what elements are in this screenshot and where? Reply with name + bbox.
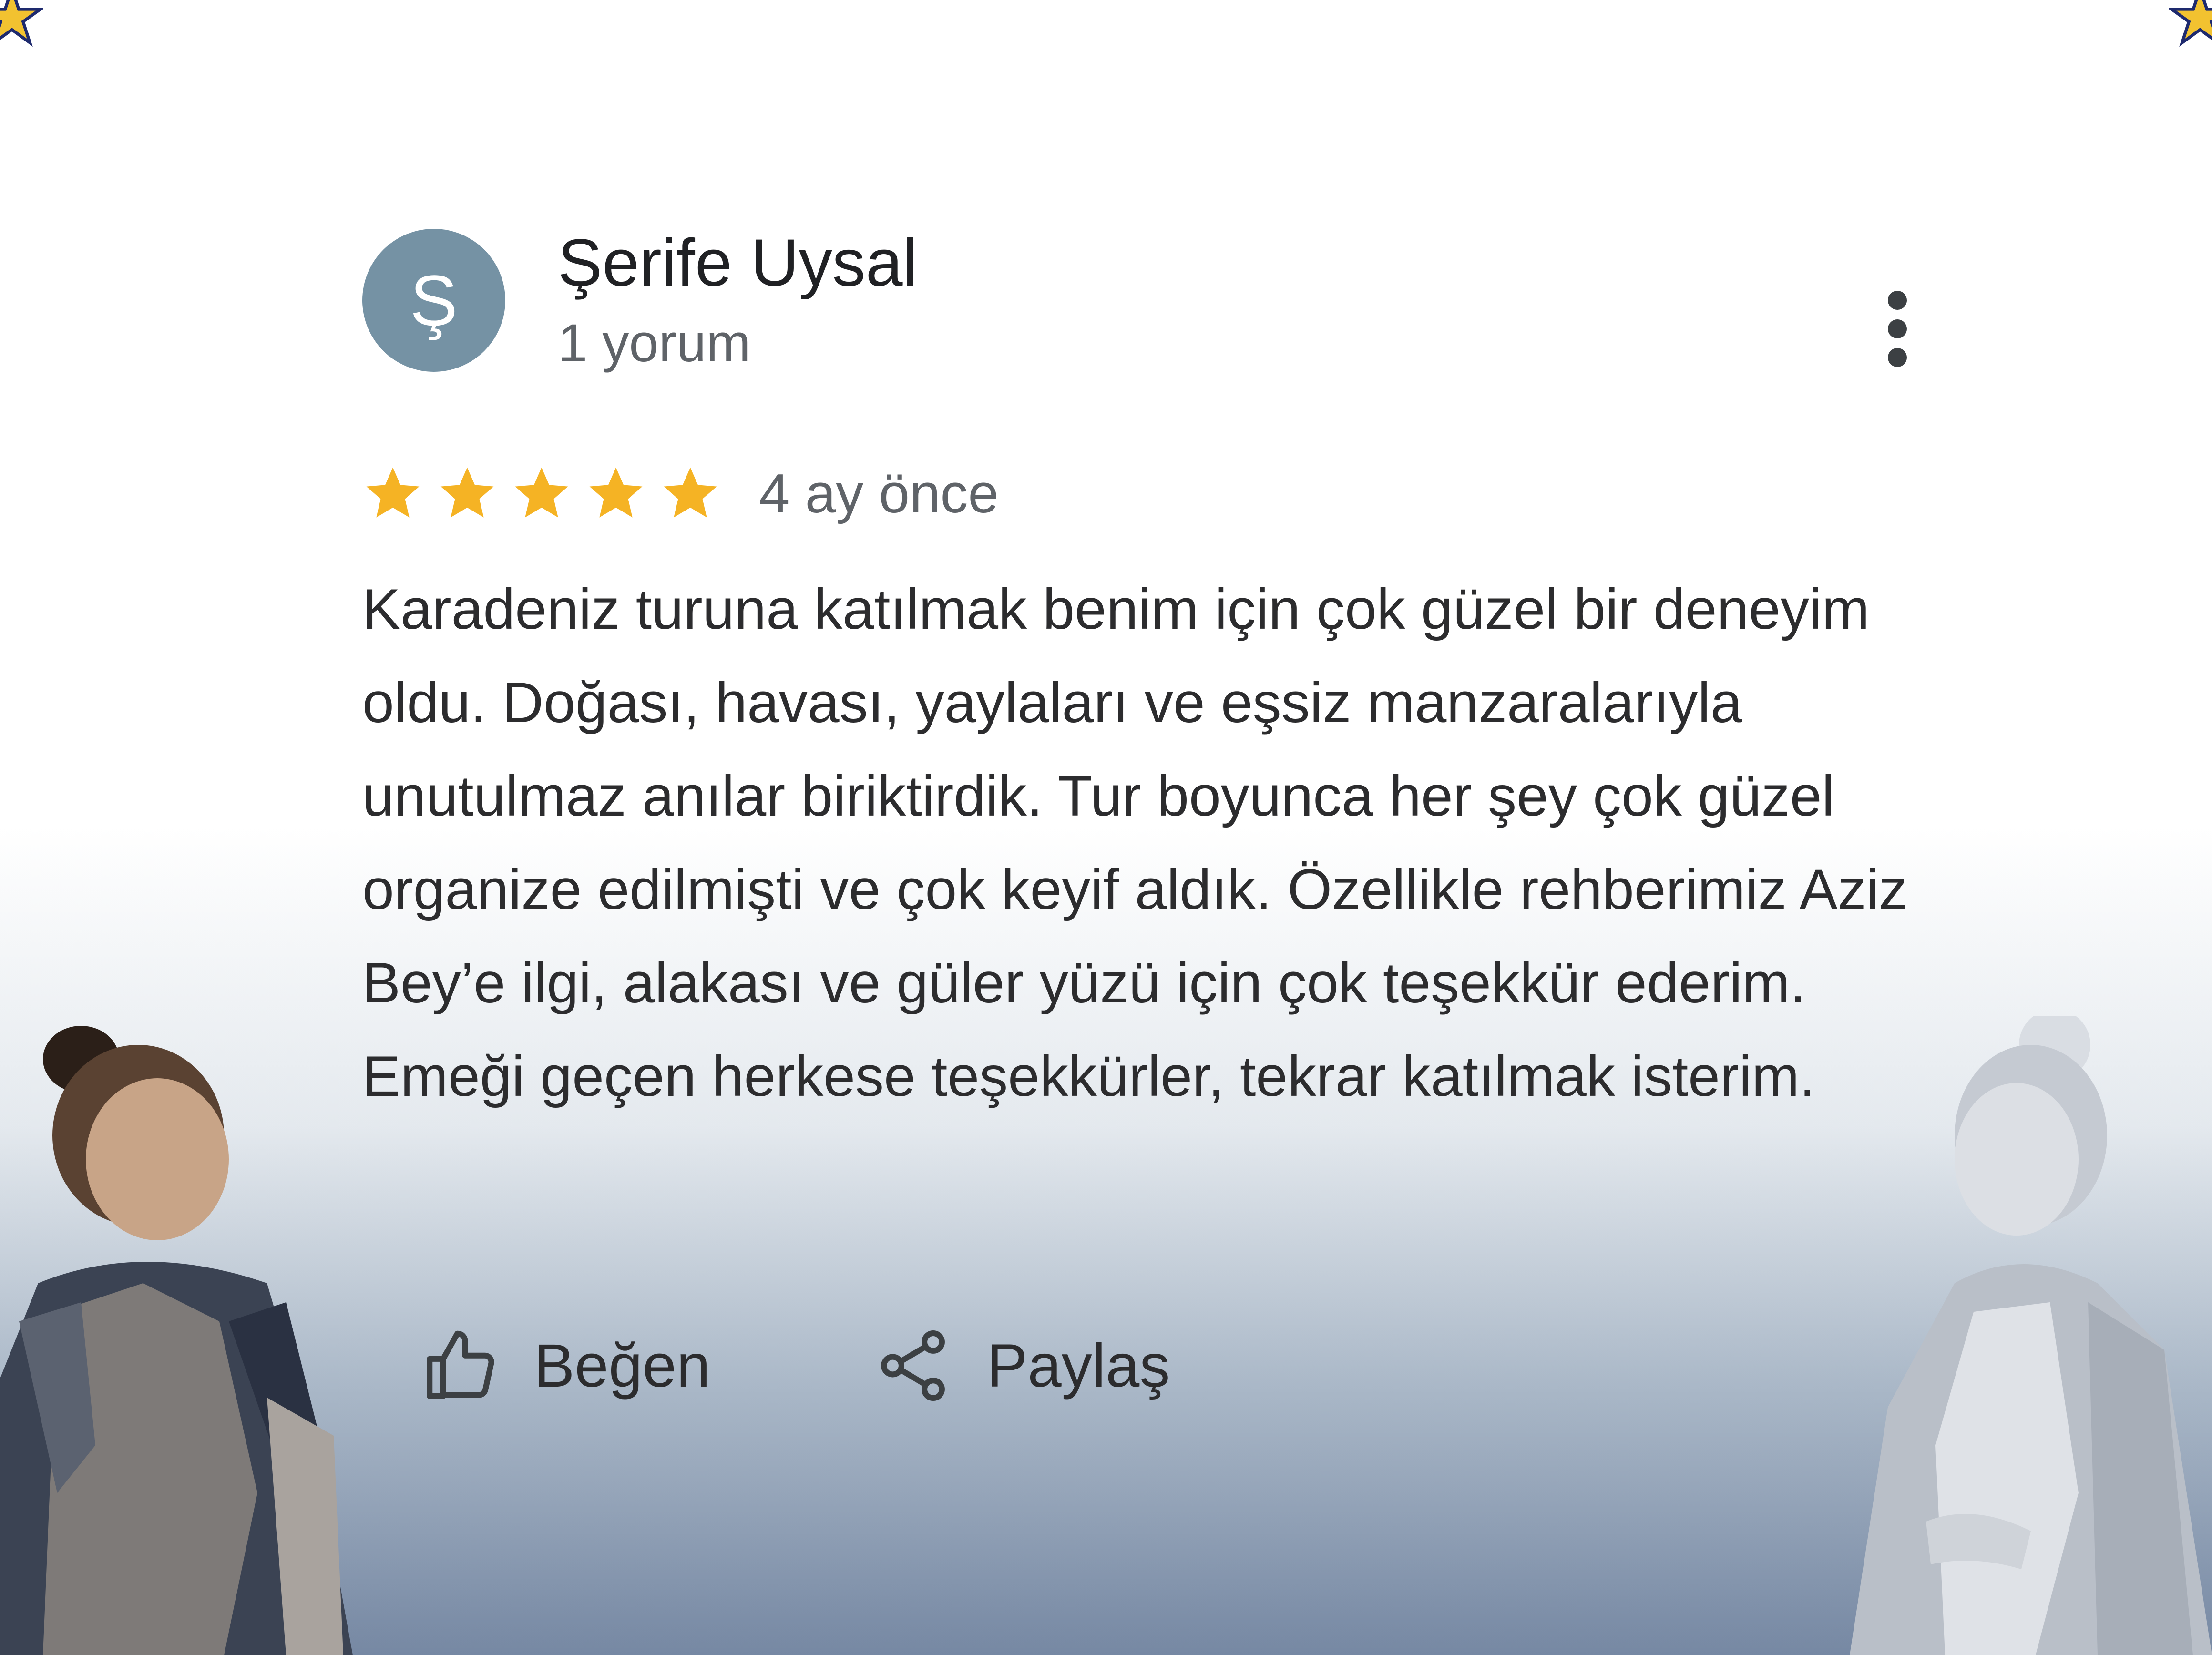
star-icon xyxy=(366,467,420,518)
corner-star-icon xyxy=(0,0,43,47)
author-name[interactable]: Şerife Uysal xyxy=(558,224,918,301)
like-label: Beğen xyxy=(534,1331,711,1400)
review-actions: Beğen Paylaş xyxy=(420,1325,1170,1406)
more-vert-icon[interactable] xyxy=(1878,281,1916,377)
rating-row: 4 ay önce xyxy=(362,458,999,529)
star-icon xyxy=(664,467,717,518)
share-label: Paylaş xyxy=(987,1331,1170,1400)
star-icon xyxy=(589,467,643,518)
share-button[interactable]: Paylaş xyxy=(872,1325,1170,1406)
star-icon xyxy=(440,467,494,518)
thumb-up-icon xyxy=(427,1330,494,1399)
statue-illustration xyxy=(1850,1016,2212,1655)
share-icon xyxy=(881,1330,945,1401)
corner-star-icon xyxy=(2169,0,2212,47)
review-time: 4 ay önce xyxy=(759,462,999,524)
author-review-count: 1 yorum xyxy=(558,313,751,373)
avatar[interactable]: Ş xyxy=(362,229,505,372)
star-rating xyxy=(362,463,721,524)
review-text: Karadeniz turuna katılmak benim için çok… xyxy=(362,577,1908,1108)
person-illustration xyxy=(0,1026,353,1655)
star-icon xyxy=(515,467,568,518)
avatar-letter: Ş xyxy=(410,260,458,340)
like-button[interactable]: Beğen xyxy=(420,1325,710,1406)
